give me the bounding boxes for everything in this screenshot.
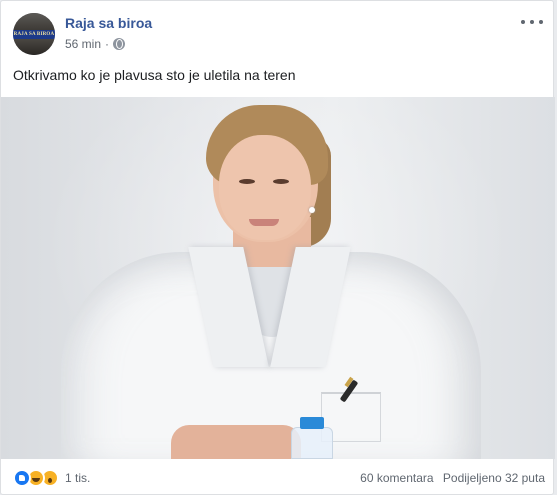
photo-water-bottle — [291, 427, 333, 459]
avatar-image-top — [13, 13, 55, 30]
avatar-image-bottom — [13, 39, 55, 55]
post-header: RAJA SA BIROA Raja sa biroa 56 min · — [13, 13, 543, 55]
post-photo[interactable] — [1, 97, 555, 459]
post-stats: 60 komentara Podijeljeno 32 puta — [354, 471, 545, 485]
page-avatar[interactable]: RAJA SA BIROA — [13, 13, 55, 55]
post-text: Otkrivamo ko je plavusa sto je uletila n… — [13, 67, 296, 83]
avatar-logo-text: RAJA SA BIROA — [13, 32, 55, 37]
page-name-link[interactable]: Raja sa biroa — [65, 15, 152, 31]
more-options-icon[interactable] — [521, 15, 543, 29]
post-timestamp[interactable]: 56 min — [65, 37, 101, 51]
more-dot — [539, 20, 543, 24]
more-dot — [521, 20, 525, 24]
post-meta: 56 min · — [65, 37, 126, 51]
post-card: RAJA SA BIROA Raja sa biroa 56 min · Otk… — [0, 0, 555, 495]
shares-link[interactable]: Podijeljeno 32 puta — [443, 471, 545, 485]
photo-hands — [171, 425, 301, 459]
comments-link[interactable]: 60 komentara — [360, 471, 433, 485]
photo-earring — [309, 207, 315, 213]
photo-bottle-cap — [300, 417, 324, 429]
photo-eye-right — [273, 179, 289, 184]
post-footer: 1 tis. 60 komentara Podijeljeno 32 puta — [13, 467, 545, 489]
globe-icon[interactable] — [113, 38, 126, 50]
reactions-summary[interactable]: 1 tis. — [13, 469, 90, 487]
reaction-count: 1 tis. — [65, 471, 91, 485]
photo-mouth — [249, 219, 279, 226]
photo-eye-left — [239, 179, 255, 184]
more-dot — [530, 20, 534, 24]
meta-separator: · — [105, 37, 110, 51]
like-icon — [13, 469, 31, 487]
